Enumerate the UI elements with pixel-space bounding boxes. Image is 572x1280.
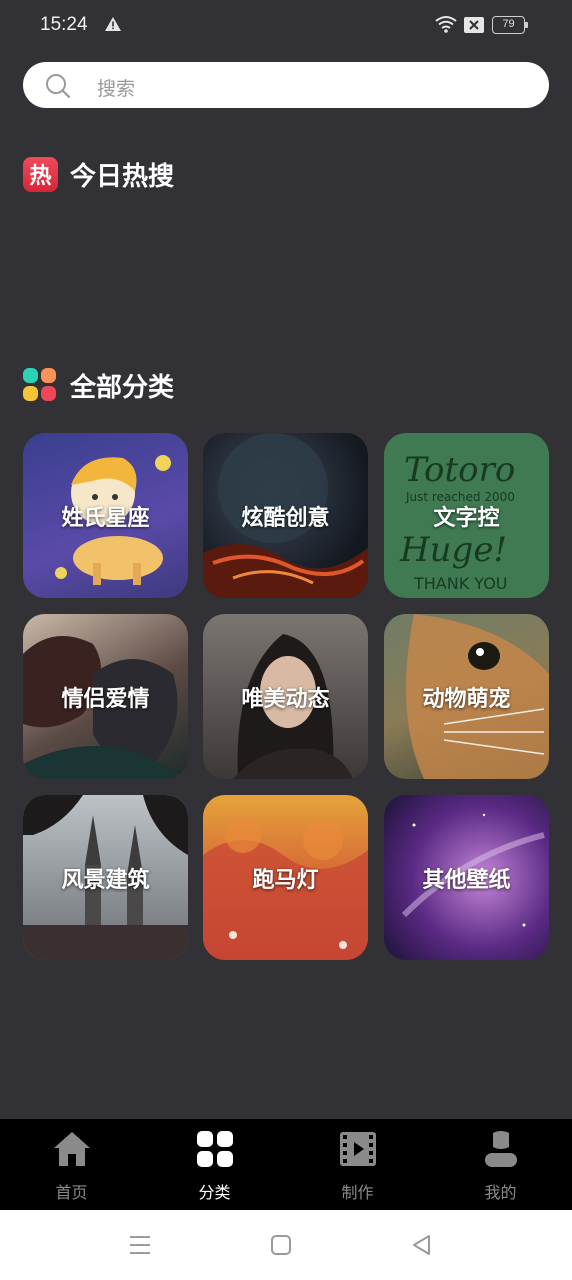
hot-icon: 热 xyxy=(23,156,58,192)
status-time: 15:24 xyxy=(40,14,88,35)
category-label: 动物萌宠 xyxy=(422,686,511,712)
category-card-aesthetic-dynamic[interactable]: 唯美动态 xyxy=(203,614,368,779)
system-nav-bar xyxy=(0,1210,572,1280)
nav-label: 我的 xyxy=(484,1183,517,1202)
home-square-icon[interactable] xyxy=(269,1233,293,1257)
search-input[interactable]: 搜索 xyxy=(97,74,135,101)
warning-icon xyxy=(105,17,121,31)
status-bar: 15:24 79 xyxy=(0,0,572,52)
battery-level: 79 xyxy=(492,16,525,34)
hot-search-title: 今日热搜 xyxy=(70,161,175,192)
category-card-cool-creative[interactable]: 炫酷创意 xyxy=(203,433,368,598)
category-card-couple-love[interactable]: 情侣爱情 xyxy=(23,614,188,779)
back-icon[interactable] xyxy=(410,1233,434,1257)
category-card-text[interactable]: Totoro Just reached 2000 Huge! THANK YOU… xyxy=(384,433,549,598)
nav-label: 首页 xyxy=(55,1183,88,1202)
poster-text: Totoro xyxy=(404,450,515,490)
category-card-other-wallpapers[interactable]: 其他壁纸 xyxy=(384,795,549,960)
all-categories-header: 全部分类 xyxy=(23,367,174,403)
category-label: 情侣爱情 xyxy=(61,686,150,712)
battery-tip xyxy=(525,22,528,28)
nav-category[interactable]: 分类 xyxy=(143,1119,286,1210)
sim-off-icon xyxy=(464,17,484,33)
category-card-surname-zodiac[interactable]: 姓氏星座 xyxy=(23,433,188,598)
menu-icon[interactable] xyxy=(128,1233,152,1257)
all-categories-title: 全部分类 xyxy=(70,372,175,403)
poster-text: Huge! xyxy=(399,530,507,570)
hot-search-header: 热 今日热搜 xyxy=(23,156,174,192)
categories-grid-icon xyxy=(23,367,58,403)
nav-create[interactable]: 制作 xyxy=(286,1119,429,1210)
category-card-marquee[interactable]: 跑马灯 xyxy=(203,795,368,960)
category-label: 其他壁纸 xyxy=(422,867,511,893)
search-icon xyxy=(46,74,71,99)
nav-label: 分类 xyxy=(198,1183,231,1202)
wifi-icon xyxy=(435,16,457,33)
category-label: 文字控 xyxy=(433,505,500,531)
nav-profile[interactable]: 我的 xyxy=(429,1119,572,1210)
category-label: 炫酷创意 xyxy=(241,505,330,531)
poster-text: THANK YOU xyxy=(413,574,508,593)
search-bar[interactable]: 搜索 xyxy=(23,62,549,108)
user-icon xyxy=(485,1131,517,1167)
video-icon xyxy=(340,1132,376,1166)
category-grid-icon xyxy=(197,1131,233,1167)
category-label: 风景建筑 xyxy=(61,867,150,893)
bottom-nav: 首页 分类 制作 我的 xyxy=(0,1119,572,1210)
category-label: 跑马灯 xyxy=(252,867,319,893)
nav-label: 制作 xyxy=(341,1183,374,1202)
category-label: 姓氏星座 xyxy=(61,505,150,531)
category-label: 唯美动态 xyxy=(241,686,330,712)
category-card-scenery-architecture[interactable]: 风景建筑 xyxy=(23,795,188,960)
category-card-cute-pets[interactable]: 动物萌宠 xyxy=(384,614,549,779)
nav-home[interactable]: 首页 xyxy=(0,1119,143,1210)
battery-indicator: 79 xyxy=(492,16,528,34)
home-icon xyxy=(54,1132,90,1166)
